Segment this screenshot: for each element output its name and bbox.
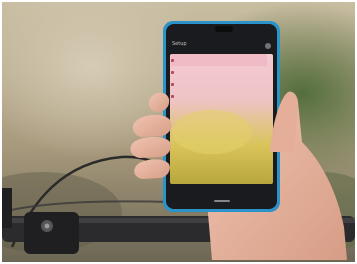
- list-item[interactable]: [171, 66, 267, 78]
- handlebar-clamp: [24, 212, 79, 254]
- screen-list: [171, 54, 267, 102]
- phone-screen-ui: Setup: [169, 38, 273, 188]
- checkbox-icon: [171, 70, 174, 74]
- list-item[interactable]: [171, 90, 267, 102]
- list-item[interactable]: [171, 78, 267, 90]
- checkbox-icon: [171, 94, 174, 98]
- checkbox-icon: [171, 58, 174, 62]
- checkbox-icon: [171, 82, 174, 86]
- list-item[interactable]: [171, 54, 267, 66]
- screen-title: Setup: [172, 41, 187, 47]
